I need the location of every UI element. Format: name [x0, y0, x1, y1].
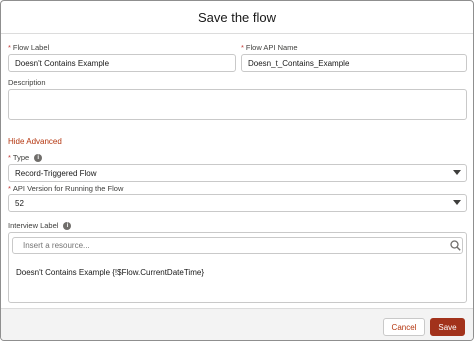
interview-label-text: Interview Label [8, 221, 59, 230]
chevron-down-icon [453, 195, 461, 211]
save-button[interactable]: Save [430, 318, 465, 336]
api-name-input[interactable]: Doesn_t_Contains_Example [241, 54, 467, 72]
api-name-label: * Flow API Name [241, 43, 298, 52]
info-icon[interactable]: i [34, 153, 43, 162]
hide-advanced-link[interactable]: Hide Advanced [8, 137, 62, 146]
api-name-value: Doesn_t_Contains_Example [248, 58, 350, 68]
interview-label-value[interactable]: Doesn't Contains Example {!$Flow.Current… [16, 268, 204, 277]
chevron-down-icon [453, 165, 461, 181]
cancel-button[interactable]: Cancel [383, 318, 425, 336]
api-version-text: API Version for Running the Flow [12, 184, 124, 193]
cancel-button-label: Cancel [391, 322, 417, 332]
type-label: * Type i [8, 153, 43, 162]
info-icon[interactable]: i [63, 221, 72, 230]
required-mark: * [8, 184, 11, 193]
required-mark: * [8, 43, 11, 52]
resource-search-input[interactable]: Insert a resource... [12, 237, 463, 254]
interview-label-label: Interview Label i [8, 221, 72, 230]
flow-label-text: Flow Label [12, 43, 50, 52]
description-textarea[interactable] [8, 89, 467, 120]
flow-label-value: Doesn't Contains Example [15, 58, 110, 68]
api-version-label: * API Version for Running the Flow [8, 184, 123, 193]
required-mark: * [8, 153, 11, 162]
description-text: Description [8, 78, 46, 87]
modal-header: Save the flow [1, 1, 473, 34]
resource-search-placeholder: Insert a resource... [23, 241, 90, 250]
save-flow-modal: Save the flow * Flow Label Doesn't Conta… [0, 0, 474, 341]
type-select[interactable]: Record-Triggered Flow [8, 164, 467, 182]
type-select-value: Record-Triggered Flow [15, 168, 97, 178]
api-version-select[interactable]: 52 [8, 194, 467, 212]
search-icon[interactable] [450, 240, 461, 253]
api-name-text: Flow API Name [245, 43, 298, 52]
modal-title: Save the flow [197, 9, 277, 25]
save-button-label: Save [438, 322, 457, 332]
flow-label-input[interactable]: Doesn't Contains Example [8, 54, 236, 72]
api-version-value: 52 [15, 198, 24, 208]
required-mark: * [241, 43, 244, 52]
type-text: Type [12, 153, 30, 162]
flow-label-label: * Flow Label [8, 43, 49, 52]
description-label: Description [8, 78, 46, 87]
modal-footer: Cancel Save [1, 308, 473, 340]
